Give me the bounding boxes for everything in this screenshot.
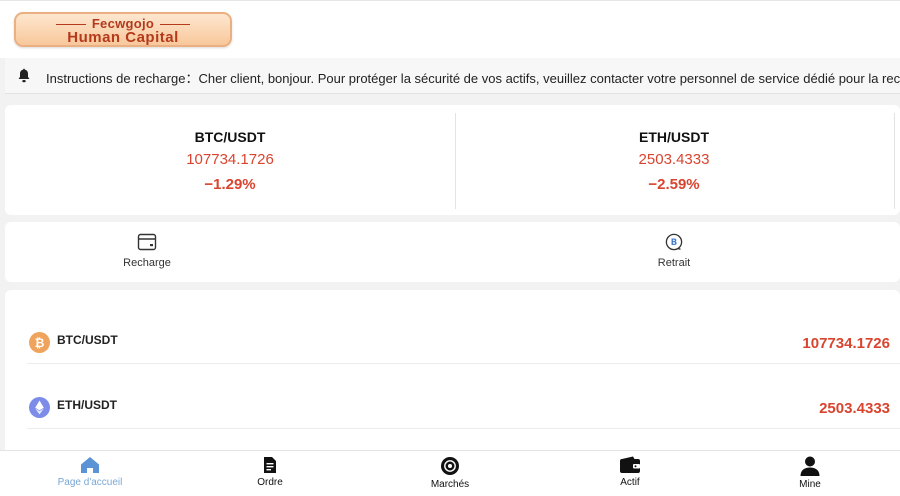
market-list: ₿ BTC/USDT 107734.1726 ETH/USDT 2503.433… [5, 290, 900, 450]
coin-price: 107734.1726 [802, 335, 890, 352]
ticker-card-btc[interactable]: BTC/USDT 107734.1726 −1.29% [5, 105, 455, 215]
nav-label: Mine [799, 479, 821, 490]
ethereum-icon [29, 397, 50, 418]
nav-label: Ordre [257, 477, 283, 488]
quick-actions: Recharge B Retrait [5, 222, 900, 282]
bell-icon [18, 68, 30, 83]
user-icon [800, 456, 820, 476]
nav-label: Page d'accueil [57, 477, 123, 488]
coin-pair: ETH/USDT [57, 398, 117, 412]
markets-icon [441, 457, 459, 475]
coin-pair: BTC/USDT [57, 333, 118, 347]
nav-home[interactable]: Page d'accueil [30, 456, 150, 496]
svg-text:B: B [671, 238, 677, 248]
app-header: Fecwgojo Human Capital [0, 0, 900, 58]
notice-bar[interactable]: Instructions de recharge：Cher client, bo… [5, 58, 900, 94]
recharge-button[interactable]: Recharge [102, 232, 192, 276]
ticker-divider [894, 113, 895, 209]
ticker-price: 2503.4333 [638, 151, 710, 168]
recharge-card-icon [137, 233, 157, 251]
nav-profile[interactable]: Mine [750, 456, 870, 496]
nav-orders[interactable]: Ordre [210, 456, 330, 496]
withdraw-button[interactable]: B Retrait [629, 232, 719, 276]
ticker-price: 107734.1726 [186, 151, 274, 168]
ticker-change: −2.59% [648, 176, 700, 193]
nav-label: Actif [620, 477, 640, 488]
wallet-icon [620, 456, 640, 473]
nav-label: Marchés [430, 479, 470, 490]
brand-logo[interactable]: Fecwgojo Human Capital [14, 12, 232, 47]
logo-line-2: Human Capital [67, 29, 179, 46]
ticker-pair: ETH/USDT [639, 129, 709, 145]
recharge-label: Recharge [123, 257, 171, 269]
nav-assets[interactable]: Actif [570, 456, 690, 496]
coin-price: 2503.4333 [819, 400, 890, 417]
nav-markets[interactable]: Marchés [390, 456, 510, 496]
ticker-pair: BTC/USDT [194, 129, 266, 145]
market-row-btc[interactable]: ₿ BTC/USDT 107734.1726 [27, 300, 900, 364]
ticker-panel: BTC/USDT 107734.1726 −1.29% ETH/USDT 250… [5, 105, 900, 215]
bottom-nav: Page d'accueil Ordre Marchés Actif Mine [0, 450, 900, 496]
order-document-icon [264, 457, 276, 473]
withdraw-coin-icon: B [665, 233, 683, 251]
bitcoin-icon: ₿ [29, 332, 50, 353]
home-icon [81, 457, 99, 473]
withdraw-label: Retrait [657, 257, 691, 269]
svg-text:₿: ₿ [35, 336, 45, 350]
ticker-change: −1.29% [204, 176, 256, 193]
market-row-eth[interactable]: ETH/USDT 2503.4333 [27, 365, 900, 429]
ticker-card-eth[interactable]: ETH/USDT 2503.4333 −2.59% [449, 105, 899, 215]
notice-text: Instructions de recharge：Cher client, bo… [46, 71, 900, 86]
